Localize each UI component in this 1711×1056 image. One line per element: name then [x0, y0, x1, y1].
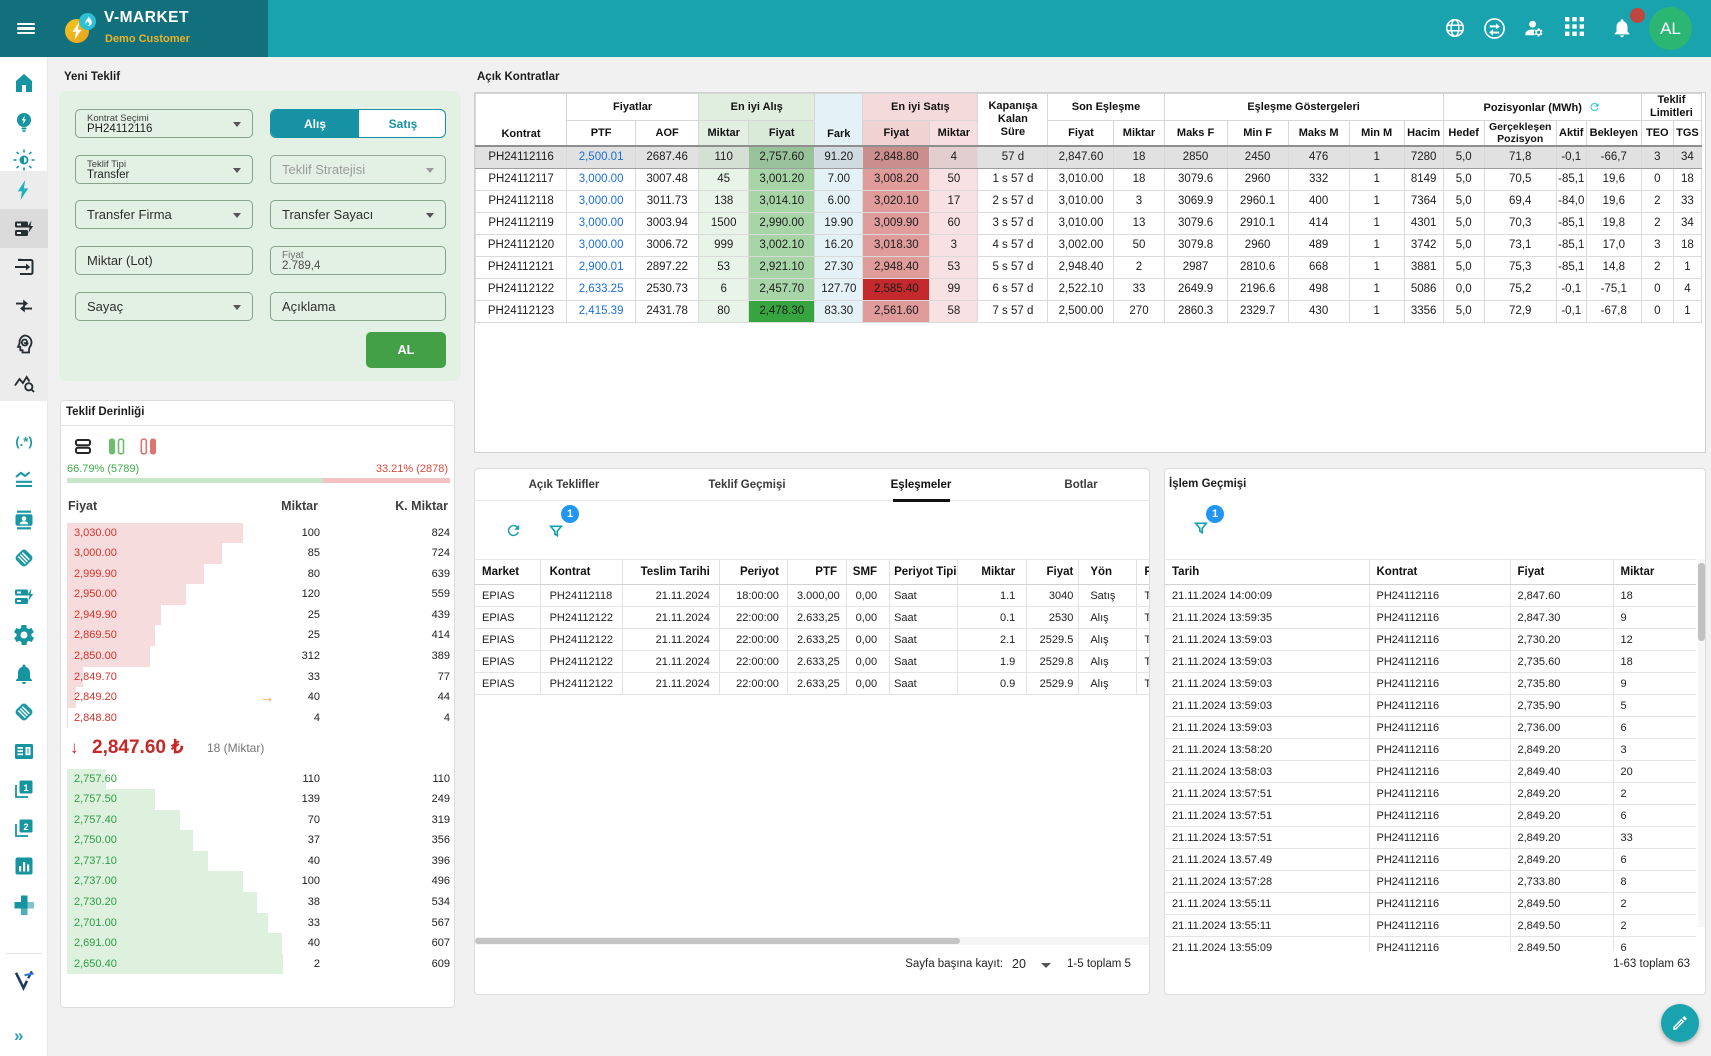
svg-text:(.*): (.*) [15, 434, 32, 449]
svg-text:1: 1 [23, 783, 29, 794]
svg-text:2: 2 [23, 822, 28, 833]
